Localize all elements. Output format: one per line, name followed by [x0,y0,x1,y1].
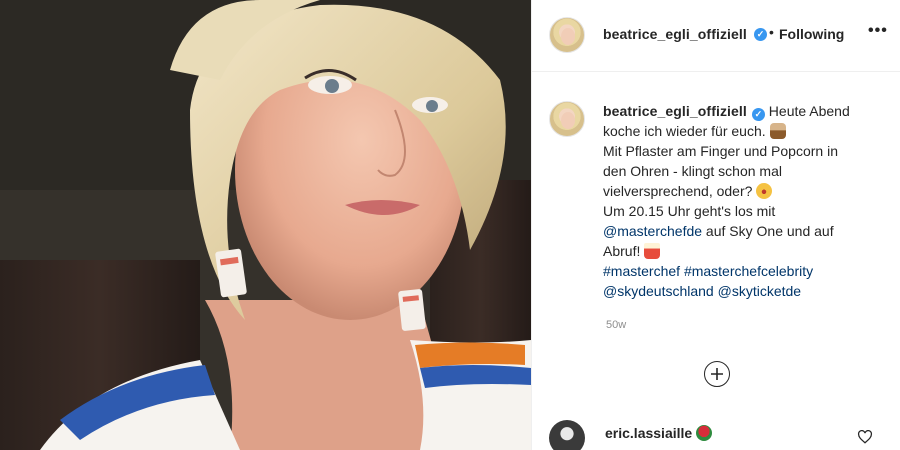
plus-circle-icon[interactable] [704,361,730,387]
header-separator: • [769,24,774,40]
caption-text: Um 20.15 Uhr geht's los mit [603,203,776,219]
photo-artwork [0,0,531,450]
more-options-icon[interactable]: ••• [868,22,888,40]
post-photo[interactable] [0,0,531,450]
laughing-tears-emoji [756,183,773,199]
heart-outline-icon[interactable] [857,430,873,444]
caption-author-avatar[interactable] [549,101,585,137]
mention-link[interactable]: @skyticketde [718,283,801,299]
popcorn-emoji [644,243,661,259]
rose-emoji [696,425,713,441]
caption-text: Mit Pflaster am Finger und Popcorn in [603,143,838,159]
author-username[interactable]: beatrice_egli_offiziell [603,26,747,42]
post-side-panel: beatrice_egli_offiziell ✓ • Following ••… [531,0,900,450]
verified-badge-icon: ✓ [751,108,765,121]
caption-text: vielversprechend, oder? [603,183,753,199]
verified-badge-icon: ✓ [754,28,767,41]
following-button[interactable]: Following [779,26,844,42]
post-header: beatrice_egli_offiziell ✓ • Following ••… [532,0,900,72]
caption-username[interactable]: beatrice_egli_offiziell [603,103,747,119]
hashtag-link[interactable]: #masterchef [603,263,680,279]
author-avatar[interactable] [549,17,585,53]
post-caption: beatrice_egli_offiziell ✓ Heute Abend koc… [603,101,873,301]
comment-item: eric.lassiaille [605,425,713,441]
cooking-pan-emoji [769,123,786,139]
caption-text: Heute Abend [768,103,850,119]
post-age[interactable]: 50w [606,319,626,331]
caption-text: auf Sky One und auf [702,223,834,239]
caption-text: den Ohren - klingt schon mal [603,163,782,179]
commenter-username[interactable]: eric.lassiaille [605,425,692,441]
mention-link[interactable]: @masterchefde [603,223,702,239]
caption-text: koche ich wieder für euch. [603,123,766,139]
caption-text: Abruf! [603,243,641,259]
hashtag-link[interactable]: #masterchefcelebrity [684,263,813,279]
mention-link[interactable]: @skydeutschland [603,283,714,299]
commenter-avatar[interactable] [549,420,585,450]
